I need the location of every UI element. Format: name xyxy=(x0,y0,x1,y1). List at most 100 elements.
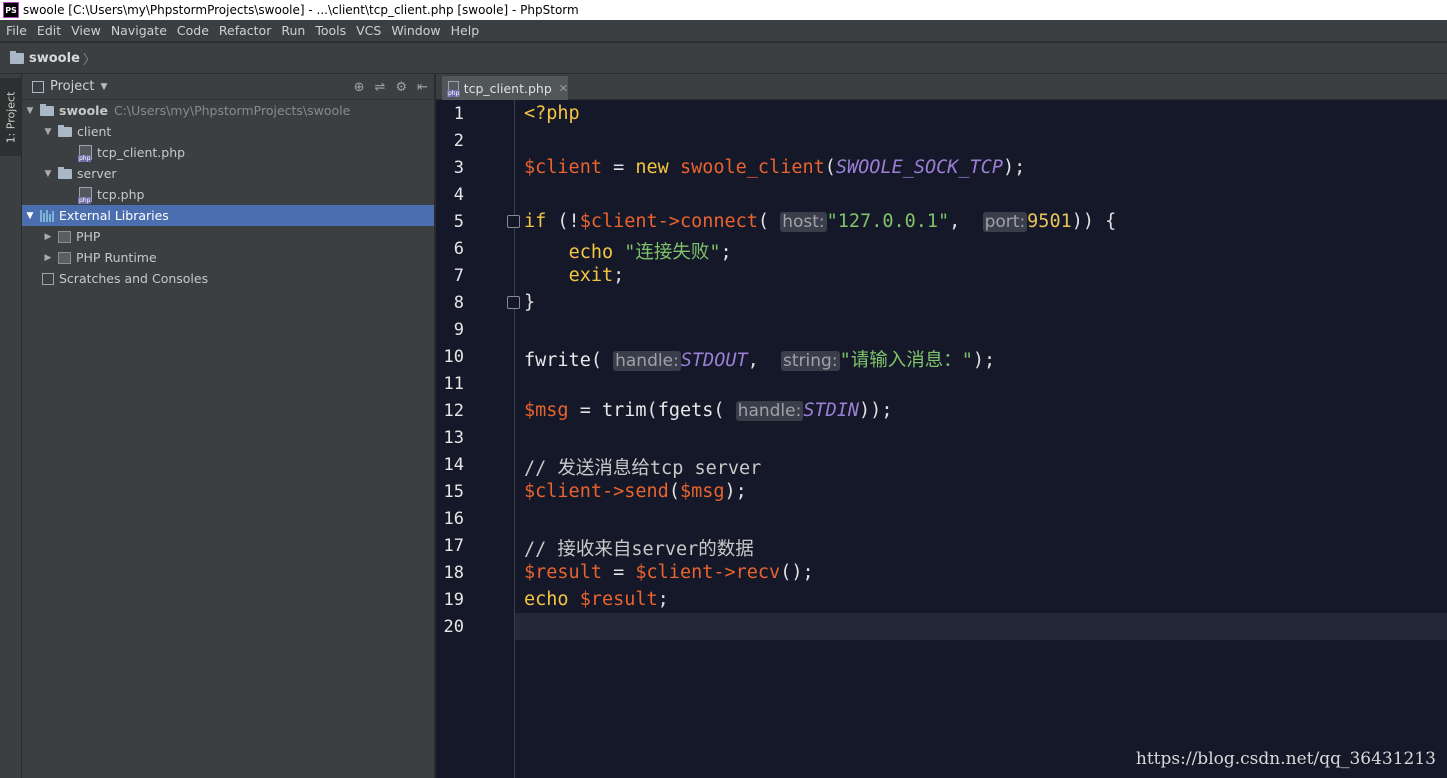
code-token: exit xyxy=(568,265,614,286)
code-line-8: } xyxy=(524,292,535,313)
code-token: 9501 xyxy=(1027,211,1072,232)
editor-tab-bar: tcp_client.php ✕ xyxy=(436,74,1447,100)
code-punctuation: ); xyxy=(1002,157,1026,178)
tree-item-tcp-php[interactable]: tcp.php xyxy=(22,184,434,205)
line-number: 6 xyxy=(453,239,464,259)
code-line-5: if (!$client->connect( host: "127.0.0.1",… xyxy=(524,211,1116,232)
project-tree: ▼ swoole C:\Users\my\PhpstormProjects\sw… xyxy=(22,100,434,289)
menu-tools[interactable]: Tools xyxy=(310,23,351,38)
code-line-1: <?php xyxy=(524,103,580,124)
code-punctuation: ; xyxy=(720,242,732,263)
code-token: trim xyxy=(601,400,647,421)
close-icon[interactable]: ✕ xyxy=(559,82,568,95)
line-number: 16 xyxy=(443,509,464,529)
menu-edit[interactable]: Edit xyxy=(32,23,66,38)
window-title: swoole [C:\Users\my\PhpstormProjects\swo… xyxy=(23,3,579,17)
code-punctuation: ; xyxy=(657,589,669,610)
menu-code[interactable]: Code xyxy=(172,23,214,38)
folder-icon xyxy=(10,50,24,64)
settings-gear-icon[interactable]: ⚙ xyxy=(395,80,407,95)
parameter-hint: port: xyxy=(982,212,1028,232)
panel-toolbar: ⊕ ⇌ ⚙ ⇤ xyxy=(354,74,428,100)
expanded-arrow-icon[interactable]: ▼ xyxy=(24,106,36,116)
menu-file[interactable]: File xyxy=(0,23,32,38)
menu-refactor[interactable]: Refactor xyxy=(214,23,276,38)
scroll-from-source-icon[interactable]: ⊕ xyxy=(354,80,365,95)
menu-navigate[interactable]: Navigate xyxy=(106,23,172,38)
code-punctuation: , xyxy=(949,211,983,232)
line-number: 18 xyxy=(443,563,464,583)
hide-panel-icon[interactable]: ⇤ xyxy=(417,80,428,95)
code-editor[interactable]: 1 2 3 4 5 6 7 8 9 10 11 12 13 14 15 16 1… xyxy=(436,100,1447,778)
tree-item-php-runtime[interactable]: ▶ PHP Runtime xyxy=(22,247,434,268)
line-number: 7 xyxy=(453,266,464,286)
code-token: "请输入消息：" xyxy=(839,350,973,371)
code-punctuation: } xyxy=(524,292,536,313)
code-punctuation: -> xyxy=(601,481,625,502)
php-file-icon xyxy=(78,187,92,204)
collapse-all-icon[interactable]: ⇌ xyxy=(375,80,386,95)
code-token: = xyxy=(601,562,636,583)
tree-item-scratches[interactable]: Scratches and Consoles xyxy=(22,268,434,289)
code-token: echo xyxy=(568,242,614,263)
tree-item-php[interactable]: ▶ PHP xyxy=(22,226,434,247)
tree-item-label: server xyxy=(77,166,117,181)
tab-label: tcp_client.php xyxy=(463,80,552,96)
code-token: STDOUT xyxy=(680,350,748,371)
collapsed-arrow-icon[interactable]: ▶ xyxy=(42,253,54,263)
line-number: 2 xyxy=(453,131,464,151)
title-bar: PS swoole [C:\Users\my\PhpstormProjects\… xyxy=(0,0,1447,20)
expanded-arrow-icon[interactable]: ▼ xyxy=(24,211,36,221)
project-view-selector[interactable]: Project xyxy=(50,79,94,94)
code-punctuation xyxy=(613,242,624,263)
line-number: 10 xyxy=(443,347,464,367)
tree-item-tcp-client-php[interactable]: tcp_client.php xyxy=(22,142,434,163)
project-tool-tab[interactable]: 1: Project xyxy=(0,78,21,156)
fold-marker-icon[interactable] xyxy=(507,296,520,309)
tree-item-client[interactable]: ▼ client xyxy=(22,121,434,142)
line-number-gutter: 1 2 3 4 5 6 7 8 9 10 11 12 13 14 15 16 1… xyxy=(436,100,520,778)
menu-help[interactable]: Help xyxy=(446,23,485,38)
code-punctuation: (! xyxy=(546,211,580,232)
code-line-18: $result = $client->recv(); xyxy=(524,562,814,583)
code-punctuation: ( xyxy=(824,157,836,178)
code-punctuation: )) { xyxy=(1071,211,1117,232)
breadcrumb-project[interactable]: swoole xyxy=(29,51,80,66)
code-token: = xyxy=(601,157,636,178)
tree-item-label: PHP Runtime xyxy=(76,250,157,265)
breadcrumb-arrow-icon: 〉 xyxy=(82,52,96,68)
code-punctuation: , xyxy=(747,350,782,371)
code-token: SWOOLE_SOCK_TCP xyxy=(835,157,1003,178)
tab-tcp-client-php[interactable]: tcp_client.php ✕ xyxy=(442,76,568,100)
tree-item-label: External Libraries xyxy=(59,208,169,223)
collapsed-arrow-icon[interactable]: ▶ xyxy=(42,232,54,242)
folder-icon xyxy=(58,124,72,137)
menu-view[interactable]: View xyxy=(66,23,106,38)
dropdown-caret-icon[interactable]: ▼ xyxy=(100,82,107,92)
tree-item-label: client xyxy=(77,124,112,139)
tree-item-external-libraries[interactable]: ▼ External Libraries xyxy=(22,205,434,226)
code-punctuation: ); xyxy=(724,481,747,502)
tree-item-swoole[interactable]: ▼ swoole C:\Users\my\PhpstormProjects\sw… xyxy=(22,100,434,121)
code-line-15: $client->send($msg); xyxy=(524,481,747,502)
code-token: $result xyxy=(524,562,602,583)
line-number: 12 xyxy=(443,401,464,421)
menu-window[interactable]: Window xyxy=(386,23,445,38)
tree-item-path: C:\Users\my\PhpstormProjects\swoole xyxy=(113,103,351,118)
php-file-icon xyxy=(78,145,92,162)
menu-vcs[interactable]: VCS xyxy=(351,23,386,38)
phpstorm-logo-icon: PS xyxy=(3,2,19,18)
code-punctuation: ( xyxy=(646,400,658,421)
fold-marker-icon[interactable] xyxy=(507,215,520,228)
expanded-arrow-icon[interactable]: ▼ xyxy=(42,169,54,179)
code-punctuation: ( xyxy=(668,481,680,502)
code-line-10: fwrite( handle: STDOUT, string: "请输入消息："); xyxy=(524,346,995,372)
line-number: 8 xyxy=(453,293,464,313)
line-number: 9 xyxy=(453,320,464,340)
code-punctuation: ; xyxy=(613,265,625,286)
menu-run[interactable]: Run xyxy=(276,23,310,38)
line-number: 5 xyxy=(453,212,464,232)
expanded-arrow-icon[interactable]: ▼ xyxy=(42,127,54,137)
watermark: https://blog.csdn.net/qq_36431213 xyxy=(1135,749,1436,769)
tree-item-server[interactable]: ▼ server xyxy=(22,163,434,184)
